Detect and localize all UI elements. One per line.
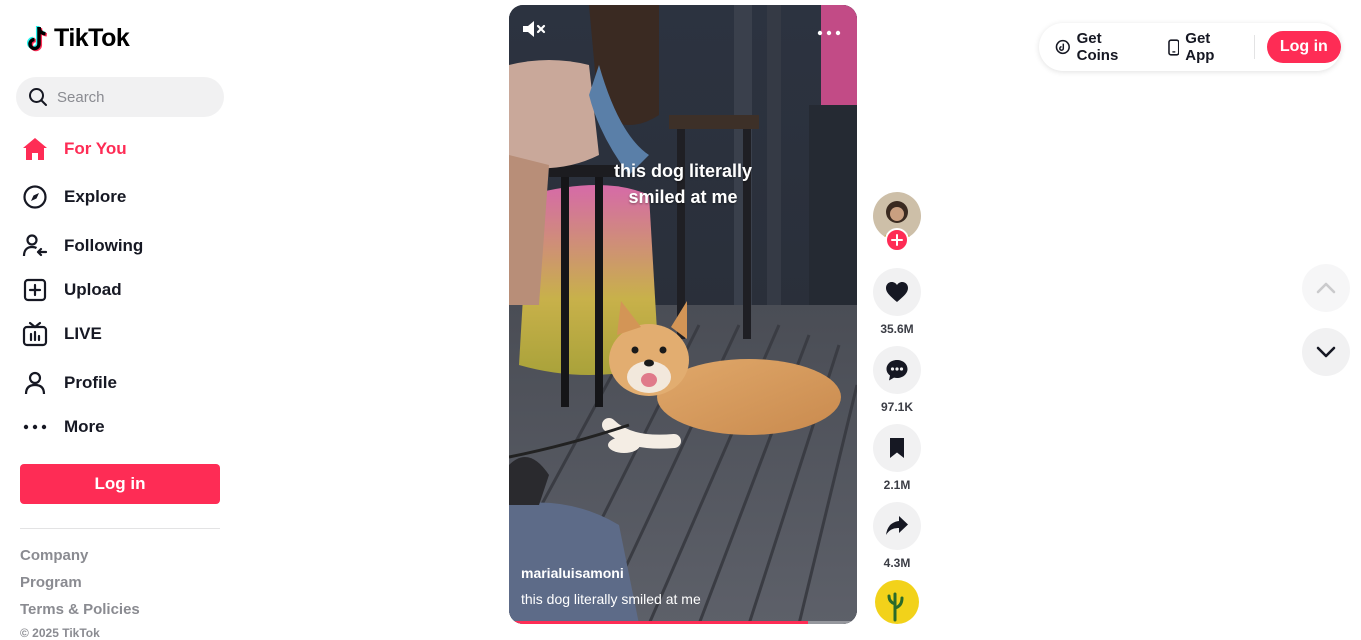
following-icon <box>20 231 50 261</box>
get-app-label: Get App <box>1185 30 1215 64</box>
sidebar-item-upload[interactable]: Upload <box>20 272 122 308</box>
compass-icon <box>20 182 50 212</box>
sidebar-item-label: Explore <box>64 187 127 206</box>
phone-icon <box>1167 38 1180 56</box>
music-disc[interactable] <box>875 580 919 624</box>
video-progress-fill <box>509 621 809 624</box>
tiktok-logo[interactable]: TikTok <box>24 24 130 53</box>
heart-icon <box>886 282 908 302</box>
video-overlay-caption: this dog literally smiled at me <box>613 161 753 207</box>
live-tv-icon <box>20 319 50 349</box>
more-dots-icon <box>817 30 841 36</box>
sidebar-item-for-you[interactable]: For You <box>20 131 127 167</box>
like-button[interactable] <box>873 268 921 316</box>
video-author[interactable]: marialuisamoni <box>521 565 624 581</box>
footer-link-terms[interactable]: Terms & Policies <box>20 601 140 618</box>
get-coins-label: Get Coins <box>1076 30 1119 64</box>
share-arrow-icon <box>886 516 908 535</box>
mute-toggle[interactable] <box>521 19 547 44</box>
video-description: this dog literally smiled at me <box>521 591 701 607</box>
footer-link-program[interactable]: Program <box>20 574 82 591</box>
save-count: 2.1M <box>883 478 911 492</box>
save-button[interactable] <box>873 424 921 472</box>
sidebar-item-label: More <box>64 417 105 436</box>
chevron-down-icon <box>1316 346 1336 358</box>
comment-button[interactable] <box>873 346 921 394</box>
video-player[interactable]: this dog literally smiled at me marialui… <box>509 5 857 624</box>
next-video-button[interactable] <box>1302 328 1350 376</box>
logo-text: TikTok <box>54 24 130 52</box>
sidebar-item-following[interactable]: Following <box>20 228 143 264</box>
plus-icon <box>891 234 903 246</box>
coin-icon <box>1055 39 1070 55</box>
tiktok-note-icon <box>26 25 48 51</box>
more-dots-icon <box>20 412 50 442</box>
profile-icon <box>20 368 50 398</box>
video-frame-image <box>509 5 857 624</box>
sidebar-item-label: LIVE <box>64 324 102 343</box>
get-app-link[interactable]: Get App <box>1167 30 1242 64</box>
chevron-up-icon <box>1316 282 1336 294</box>
home-icon <box>20 134 50 164</box>
sidebar-item-profile[interactable]: Profile <box>20 365 117 401</box>
previous-video-button[interactable] <box>1302 264 1350 312</box>
share-button[interactable] <box>873 502 921 550</box>
video-progress-bar[interactable] <box>509 621 857 624</box>
upload-icon <box>20 275 50 305</box>
sidebar-item-explore[interactable]: Explore <box>20 179 126 215</box>
comment-count: 97.1K <box>880 400 914 414</box>
top-login-button[interactable]: Log in <box>1266 31 1341 63</box>
follow-button[interactable] <box>885 228 909 252</box>
search-icon <box>29 88 47 106</box>
share-count: 4.3M <box>883 556 911 570</box>
sidebar-login-button[interactable]: Log in <box>20 464 220 504</box>
footer-link-company[interactable]: Company <box>20 547 88 564</box>
sidebar-item-label: For You <box>64 139 127 158</box>
sidebar-item-live[interactable]: LIVE <box>20 316 102 352</box>
bookmark-icon <box>890 438 904 458</box>
sidebar-item-label: Following <box>64 236 144 255</box>
sidebar-divider <box>20 528 220 529</box>
search-bar[interactable] <box>16 77 224 117</box>
muted-speaker-icon <box>523 21 546 37</box>
comment-bubble-icon <box>886 360 908 381</box>
copyright: © 2025 TikTok <box>20 626 100 640</box>
like-count: 35.6M <box>880 322 914 336</box>
video-more-button[interactable] <box>817 23 841 41</box>
get-coins-link[interactable]: Get Coins <box>1055 30 1146 64</box>
topbar-separator <box>1253 35 1255 59</box>
search-input[interactable] <box>57 88 207 106</box>
top-actions-bar: Get Coins Get App Log in <box>1039 23 1341 71</box>
sidebar-item-label: Upload <box>64 280 122 299</box>
music-cover-image <box>875 580 919 624</box>
sidebar-item-label: Profile <box>64 373 117 392</box>
sidebar-item-more[interactable]: More <box>20 409 105 445</box>
